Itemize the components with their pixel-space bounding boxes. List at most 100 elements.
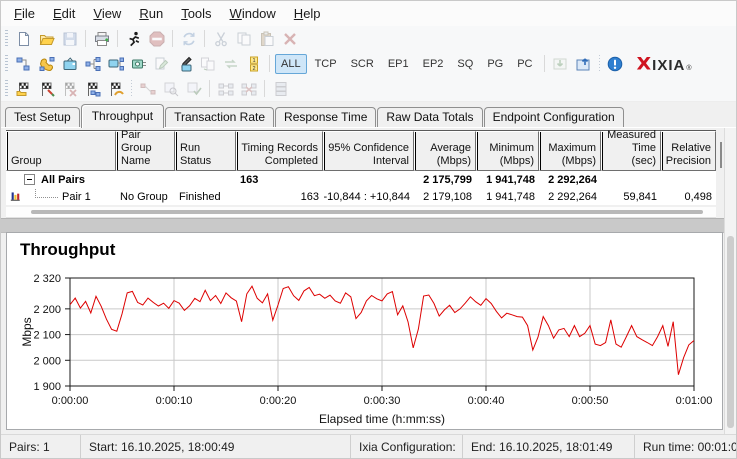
x-tick-label: 0:00:10 xyxy=(156,395,193,407)
link-pairs-button[interactable] xyxy=(214,78,237,100)
x-tick-label: 0:00:30 xyxy=(364,395,401,407)
run-test-button[interactable] xyxy=(122,28,145,50)
poll-endpoints-button[interactable] xyxy=(177,28,200,50)
paste-button[interactable] xyxy=(255,28,278,50)
connect-pairs-button[interactable] xyxy=(136,78,159,100)
checkered-flag-dial-button[interactable] xyxy=(104,78,127,100)
stop-test-button[interactable] xyxy=(145,28,168,50)
column-header-confidence[interactable]: 95% Confidence Interval xyxy=(323,131,414,171)
add-hardware-pair-button[interactable] xyxy=(127,53,150,75)
grid-rows: All Pairs 163 2 175,799 1 941,748 2 292,264 P… xyxy=(6,171,716,205)
add-voip-pair-icon xyxy=(39,56,55,72)
grid-vertical-scrollbar[interactable] xyxy=(720,142,722,168)
panel-vscroll-thumb[interactable] xyxy=(727,236,734,428)
grid-hscroll-thumb[interactable] xyxy=(31,210,703,214)
column-header-measured-time[interactable]: Measured Time (sec) xyxy=(601,129,661,171)
view-pairs-button[interactable] xyxy=(159,78,182,100)
renumber-pairs-button[interactable]: 12 xyxy=(242,53,265,75)
checkered-flag-folder-button[interactable] xyxy=(12,78,35,100)
swap-endpoints-button[interactable] xyxy=(219,53,242,75)
tab-response-time[interactable]: Response Time xyxy=(275,107,377,127)
cut-button[interactable] xyxy=(209,28,232,50)
toolbar-pairs: 1 2 ALL TCP SCR EP1 EP2 SQ PG PC X IXIA ® xyxy=(1,51,736,77)
print-button[interactable] xyxy=(90,28,113,50)
column-header-precision[interactable]: Relative Precision xyxy=(661,131,716,171)
verify-pairs-button[interactable] xyxy=(182,78,205,100)
cell-confidence xyxy=(323,171,414,188)
column-header-average[interactable]: Average (Mbps) xyxy=(414,131,476,171)
toolbar-grip[interactable] xyxy=(5,54,8,73)
table-row-pair-1[interactable]: Pair 1 No Group Finished 163 -10,844 : +10,8… xyxy=(6,188,716,205)
menu-run[interactable]: Run xyxy=(130,3,172,24)
add-video-multicast-icon xyxy=(108,56,124,72)
tab-throughput[interactable]: Throughput xyxy=(80,104,165,128)
unlink-pairs-button[interactable] xyxy=(237,78,260,100)
add-video-pair-button[interactable] xyxy=(58,53,81,75)
column-header-timing-records[interactable]: Timing Records Completed xyxy=(236,131,323,171)
checkered-flag-marker-button[interactable] xyxy=(35,78,58,100)
cell-timing-records: 163 xyxy=(300,190,319,203)
checkered-flag-folder-icon xyxy=(16,81,32,97)
menu-view[interactable]: View xyxy=(84,3,130,24)
add-voip-pair-button[interactable] xyxy=(35,53,58,75)
tab-transaction-rate[interactable]: Transaction Rate xyxy=(165,107,275,127)
grid-horizontal-scrollbar[interactable] xyxy=(6,207,716,218)
x-tick-label: 0:00:20 xyxy=(260,395,297,407)
filter-scr-button[interactable]: SCR xyxy=(345,54,380,74)
column-header-minimum[interactable]: Minimum (Mbps) xyxy=(476,131,539,171)
collapse-toggle[interactable] xyxy=(24,174,35,185)
column-header-group[interactable]: Group xyxy=(6,131,116,171)
link-pairs-icon xyxy=(218,81,234,97)
delete-button[interactable] xyxy=(278,28,301,50)
toolbar-grip[interactable] xyxy=(5,29,8,48)
ixia-logo-text: IXIA xyxy=(652,56,686,74)
tab-test-setup[interactable]: Test Setup xyxy=(5,107,80,127)
filter-pg-button[interactable]: PG xyxy=(481,54,509,74)
filter-tcp-button[interactable]: TCP xyxy=(309,54,343,74)
add-pair-button[interactable] xyxy=(12,53,35,75)
add-multicast-group-button[interactable] xyxy=(81,53,104,75)
edit-video-pair-button[interactable] xyxy=(173,53,196,75)
copy-button[interactable] xyxy=(232,28,255,50)
about-info-button[interactable] xyxy=(604,53,627,75)
group-label: All Pairs xyxy=(41,173,86,186)
open-test-icon xyxy=(39,31,55,47)
table-row-all-pairs[interactable]: All Pairs 163 2 175,799 1 941,748 2 292,264 xyxy=(6,171,716,188)
edit-pair-button[interactable] xyxy=(150,53,173,75)
filter-ep1-button[interactable]: EP1 xyxy=(382,54,415,74)
tab-raw-data-totals[interactable]: Raw Data Totals xyxy=(377,107,483,127)
menu-help[interactable]: Help xyxy=(285,3,330,24)
checkered-flag-pairs-button[interactable] xyxy=(81,78,104,100)
filter-ep2-button[interactable]: EP2 xyxy=(417,54,450,74)
pane-splitter[interactable] xyxy=(1,218,724,233)
new-test-icon xyxy=(16,31,32,47)
replicate-group-button[interactable] xyxy=(196,53,219,75)
column-header-pair-group[interactable]: Pair Group Name xyxy=(116,129,175,171)
connect-pairs-icon xyxy=(140,81,156,97)
save-test-button[interactable] xyxy=(58,28,81,50)
group-pairs-button[interactable] xyxy=(269,78,292,100)
add-video-multicast-button[interactable] xyxy=(104,53,127,75)
filter-pc-button[interactable]: PC xyxy=(511,54,538,74)
column-header-maximum[interactable]: Maximum (Mbps) xyxy=(539,131,601,171)
column-header-run-status[interactable]: Run Status xyxy=(175,131,236,171)
tab-bar: Test Setup Throughput Transaction Rate Resp… xyxy=(1,104,736,128)
checkered-flag-delete-button[interactable] xyxy=(58,78,81,100)
new-test-button[interactable] xyxy=(12,28,35,50)
toolbar-separator xyxy=(598,55,600,72)
toolbar-grip[interactable] xyxy=(5,79,8,98)
menu-window[interactable]: Window xyxy=(221,3,285,24)
tab-content-throughput: Group Pair Group Name Run Status Timing Rec… xyxy=(1,127,736,435)
menu-file[interactable]: File xyxy=(5,3,44,24)
filter-sq-button[interactable]: SQ xyxy=(451,54,479,74)
open-test-button[interactable] xyxy=(35,28,58,50)
import-config-button[interactable] xyxy=(549,53,572,75)
filter-all-button[interactable]: ALL xyxy=(275,53,307,74)
panel-vertical-scrollbar[interactable] xyxy=(724,128,736,435)
menu-edit[interactable]: Edit xyxy=(44,3,84,24)
tab-endpoint-configuration[interactable]: Endpoint Configuration xyxy=(483,107,624,127)
export-config-button[interactable] xyxy=(572,53,595,75)
menu-tools[interactable]: Tools xyxy=(172,3,220,24)
status-start-time: Start: 16.10.2025, 18:00:49 xyxy=(81,435,351,458)
toolbar-separator xyxy=(172,30,173,47)
